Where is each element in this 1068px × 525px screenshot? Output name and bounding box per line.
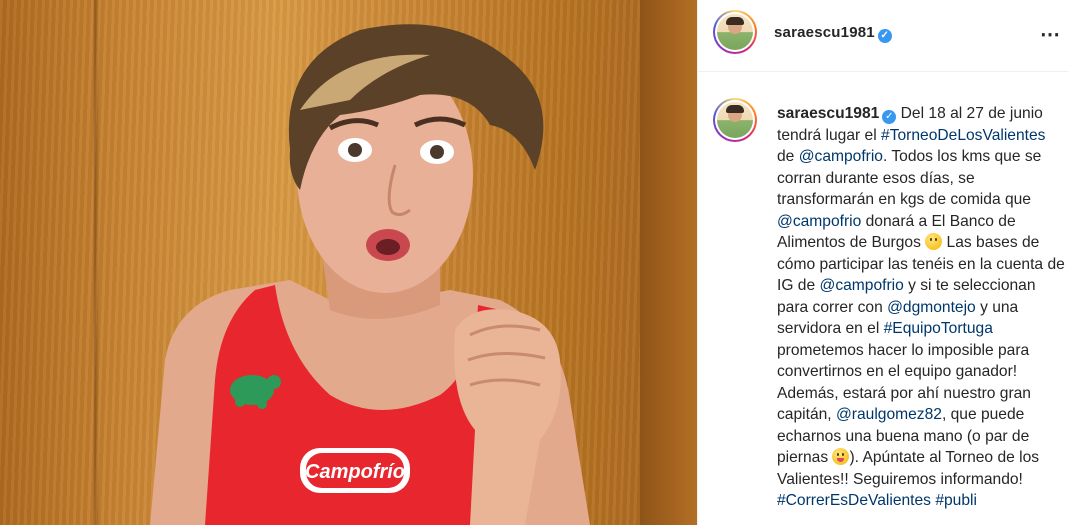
- mention-link[interactable]: @campofrio: [819, 277, 903, 294]
- caption-fragment: de: [777, 148, 799, 165]
- hashtag-link[interactable]: #CorrerEsDeValientes: [777, 492, 931, 509]
- more-options-icon[interactable]: ⋯: [1040, 22, 1061, 47]
- caption-username[interactable]: saraescu1981: [777, 105, 879, 122]
- profile-avatar[interactable]: [713, 10, 757, 54]
- post-side-panel: saraescu1981 ✓ ⋯ saraescu1981 ✓ Del 18 al …: [697, 0, 1068, 525]
- post-photo[interactable]: Campofrío: [0, 0, 697, 525]
- caption-text: saraescu1981 ✓ Del 18 al 27 de junio tend…: [777, 103, 1065, 512]
- jersey-brand-text: Campofrío: [305, 461, 405, 483]
- smile-emoji-icon: [925, 233, 943, 250]
- mention-link[interactable]: @raulgomez82: [836, 406, 942, 423]
- mention-link[interactable]: @dgmontejo: [887, 299, 976, 316]
- verified-badge-icon: ✓: [877, 29, 892, 43]
- mention-link[interactable]: @campofrio: [799, 148, 883, 165]
- caption-avatar[interactable]: [713, 98, 757, 142]
- woman-figure: Campofrío: [150, 24, 590, 525]
- hashtag-link[interactable]: #EquipoTortuga: [884, 320, 993, 337]
- tongue-emoji-icon: [832, 448, 850, 465]
- verified-badge-icon: ✓: [882, 110, 897, 124]
- hashtag-link[interactable]: #publi: [935, 492, 977, 509]
- header-username[interactable]: saraescu1981 ✓: [774, 24, 892, 43]
- username-text[interactable]: saraescu1981: [774, 24, 875, 41]
- hashtag-link[interactable]: #TorneoDeLosValientes: [881, 127, 1045, 144]
- post-header: saraescu1981 ✓ ⋯: [698, 0, 1068, 72]
- mention-link[interactable]: @campofrio: [777, 213, 861, 230]
